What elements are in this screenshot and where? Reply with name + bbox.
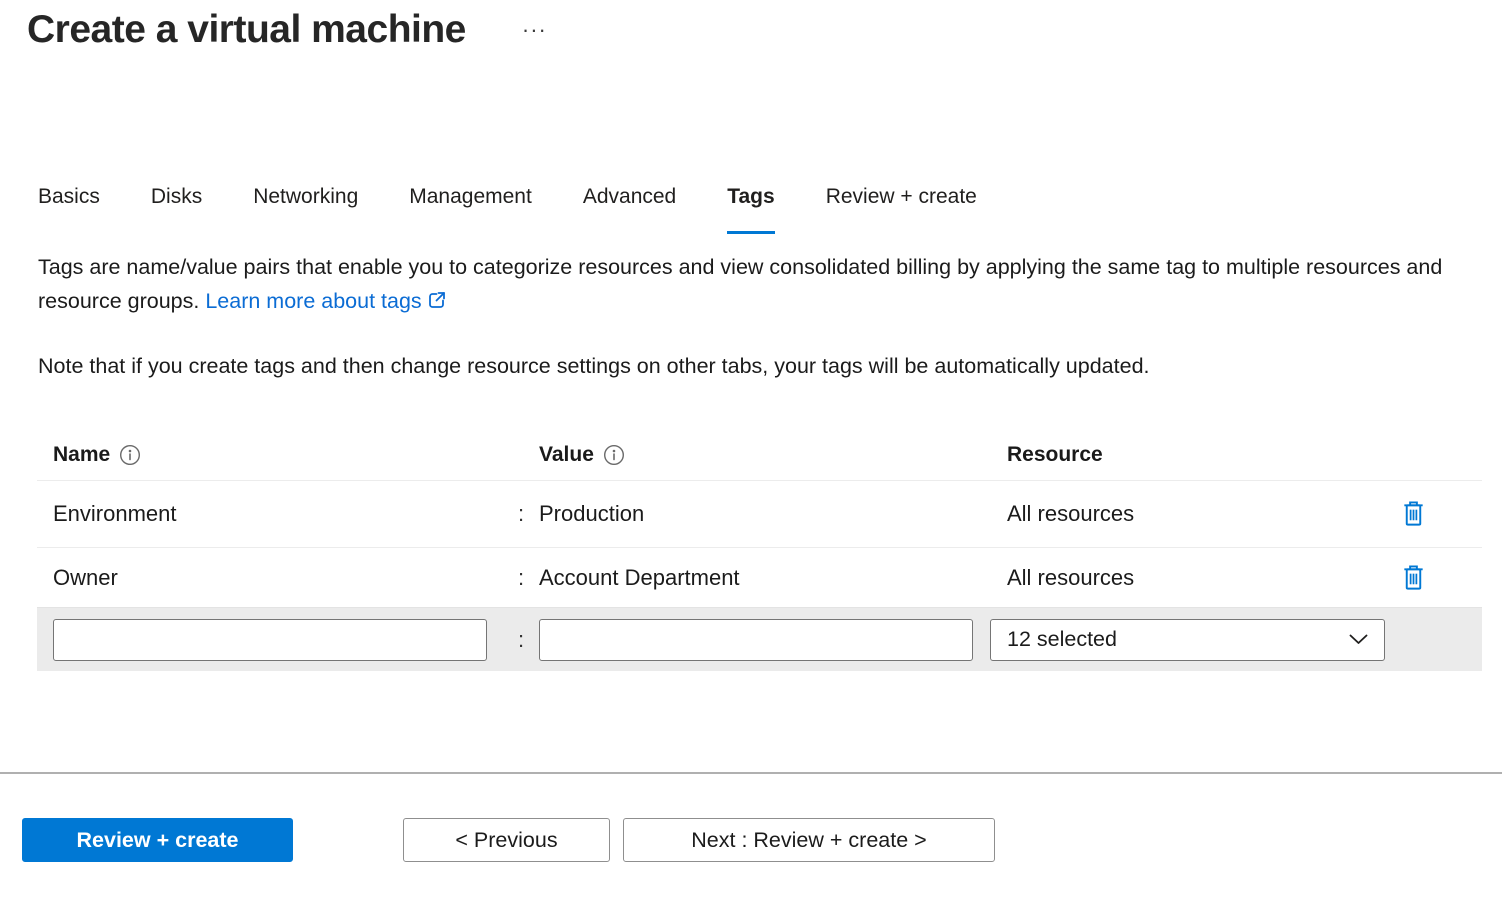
tab-bar: Basics Disks Networking Management Advan… xyxy=(38,185,977,234)
footer-divider xyxy=(0,772,1502,774)
delete-tag-button[interactable] xyxy=(1398,562,1428,594)
tag-row-owner: Owner : Account Department All resources xyxy=(37,547,1482,607)
new-tag-value-input[interactable] xyxy=(539,619,973,661)
new-tag-name-input[interactable] xyxy=(53,619,487,661)
tag-value: Production xyxy=(539,501,990,527)
resource-select-dropdown[interactable]: 12 selected xyxy=(990,619,1385,661)
table-header-row: Name Value Resource xyxy=(37,430,1482,480)
name-header-label: Name xyxy=(53,443,110,467)
name-column-header: Name xyxy=(37,443,503,467)
tag-name: Owner xyxy=(37,565,503,591)
page-title: Create a virtual machine xyxy=(27,8,466,52)
more-menu-icon[interactable]: ··· xyxy=(518,15,551,45)
learn-more-link-label: Learn more about tags xyxy=(205,289,421,313)
tab-advanced[interactable]: Advanced xyxy=(583,185,676,234)
learn-more-link[interactable]: Learn more about tags xyxy=(205,289,446,313)
tab-basics[interactable]: Basics xyxy=(38,185,100,234)
tags-table: Name Value Resource Environment : Produc… xyxy=(37,430,1482,671)
tab-tags[interactable]: Tags xyxy=(727,185,774,234)
tag-name: Environment xyxy=(37,501,503,527)
review-create-button[interactable]: Review + create xyxy=(22,818,293,862)
resource-column-header: Resource xyxy=(990,443,1386,467)
resource-header-label: Resource xyxy=(1007,443,1103,466)
title-bar: Create a virtual machine ··· xyxy=(27,8,551,52)
trash-icon xyxy=(1400,563,1427,593)
tags-description: Tags are name/value pairs that enable yo… xyxy=(38,250,1480,318)
external-link-icon xyxy=(427,290,447,310)
colon-separator: : xyxy=(503,501,539,527)
tags-note: Note that if you create tags and then ch… xyxy=(38,354,1480,379)
tab-networking[interactable]: Networking xyxy=(253,185,358,234)
delete-tag-button[interactable] xyxy=(1398,498,1428,530)
trash-icon xyxy=(1400,499,1427,529)
create-vm-page: Create a virtual machine ··· Basics Disk… xyxy=(0,0,1502,902)
tab-management[interactable]: Management xyxy=(409,185,532,234)
resource-select-value: 12 selected xyxy=(1007,627,1117,652)
info-icon[interactable] xyxy=(603,444,625,466)
info-icon[interactable] xyxy=(119,444,141,466)
tab-disks[interactable]: Disks xyxy=(151,185,202,234)
tag-row-environment: Environment : Production All resources xyxy=(37,480,1482,547)
tag-resource: All resources xyxy=(990,565,1386,591)
tab-review-create[interactable]: Review + create xyxy=(826,185,977,234)
previous-button[interactable]: < Previous xyxy=(403,818,610,862)
chevron-down-icon xyxy=(1349,634,1368,645)
tag-resource: All resources xyxy=(990,501,1386,527)
colon-separator: : xyxy=(503,627,539,653)
next-button[interactable]: Next : Review + create > xyxy=(623,818,995,862)
value-column-header: Value xyxy=(539,443,990,467)
tag-value: Account Department xyxy=(539,565,990,591)
colon-separator: : xyxy=(503,565,539,591)
new-tag-row: : 12 selected xyxy=(37,607,1482,671)
value-header-label: Value xyxy=(539,443,594,467)
